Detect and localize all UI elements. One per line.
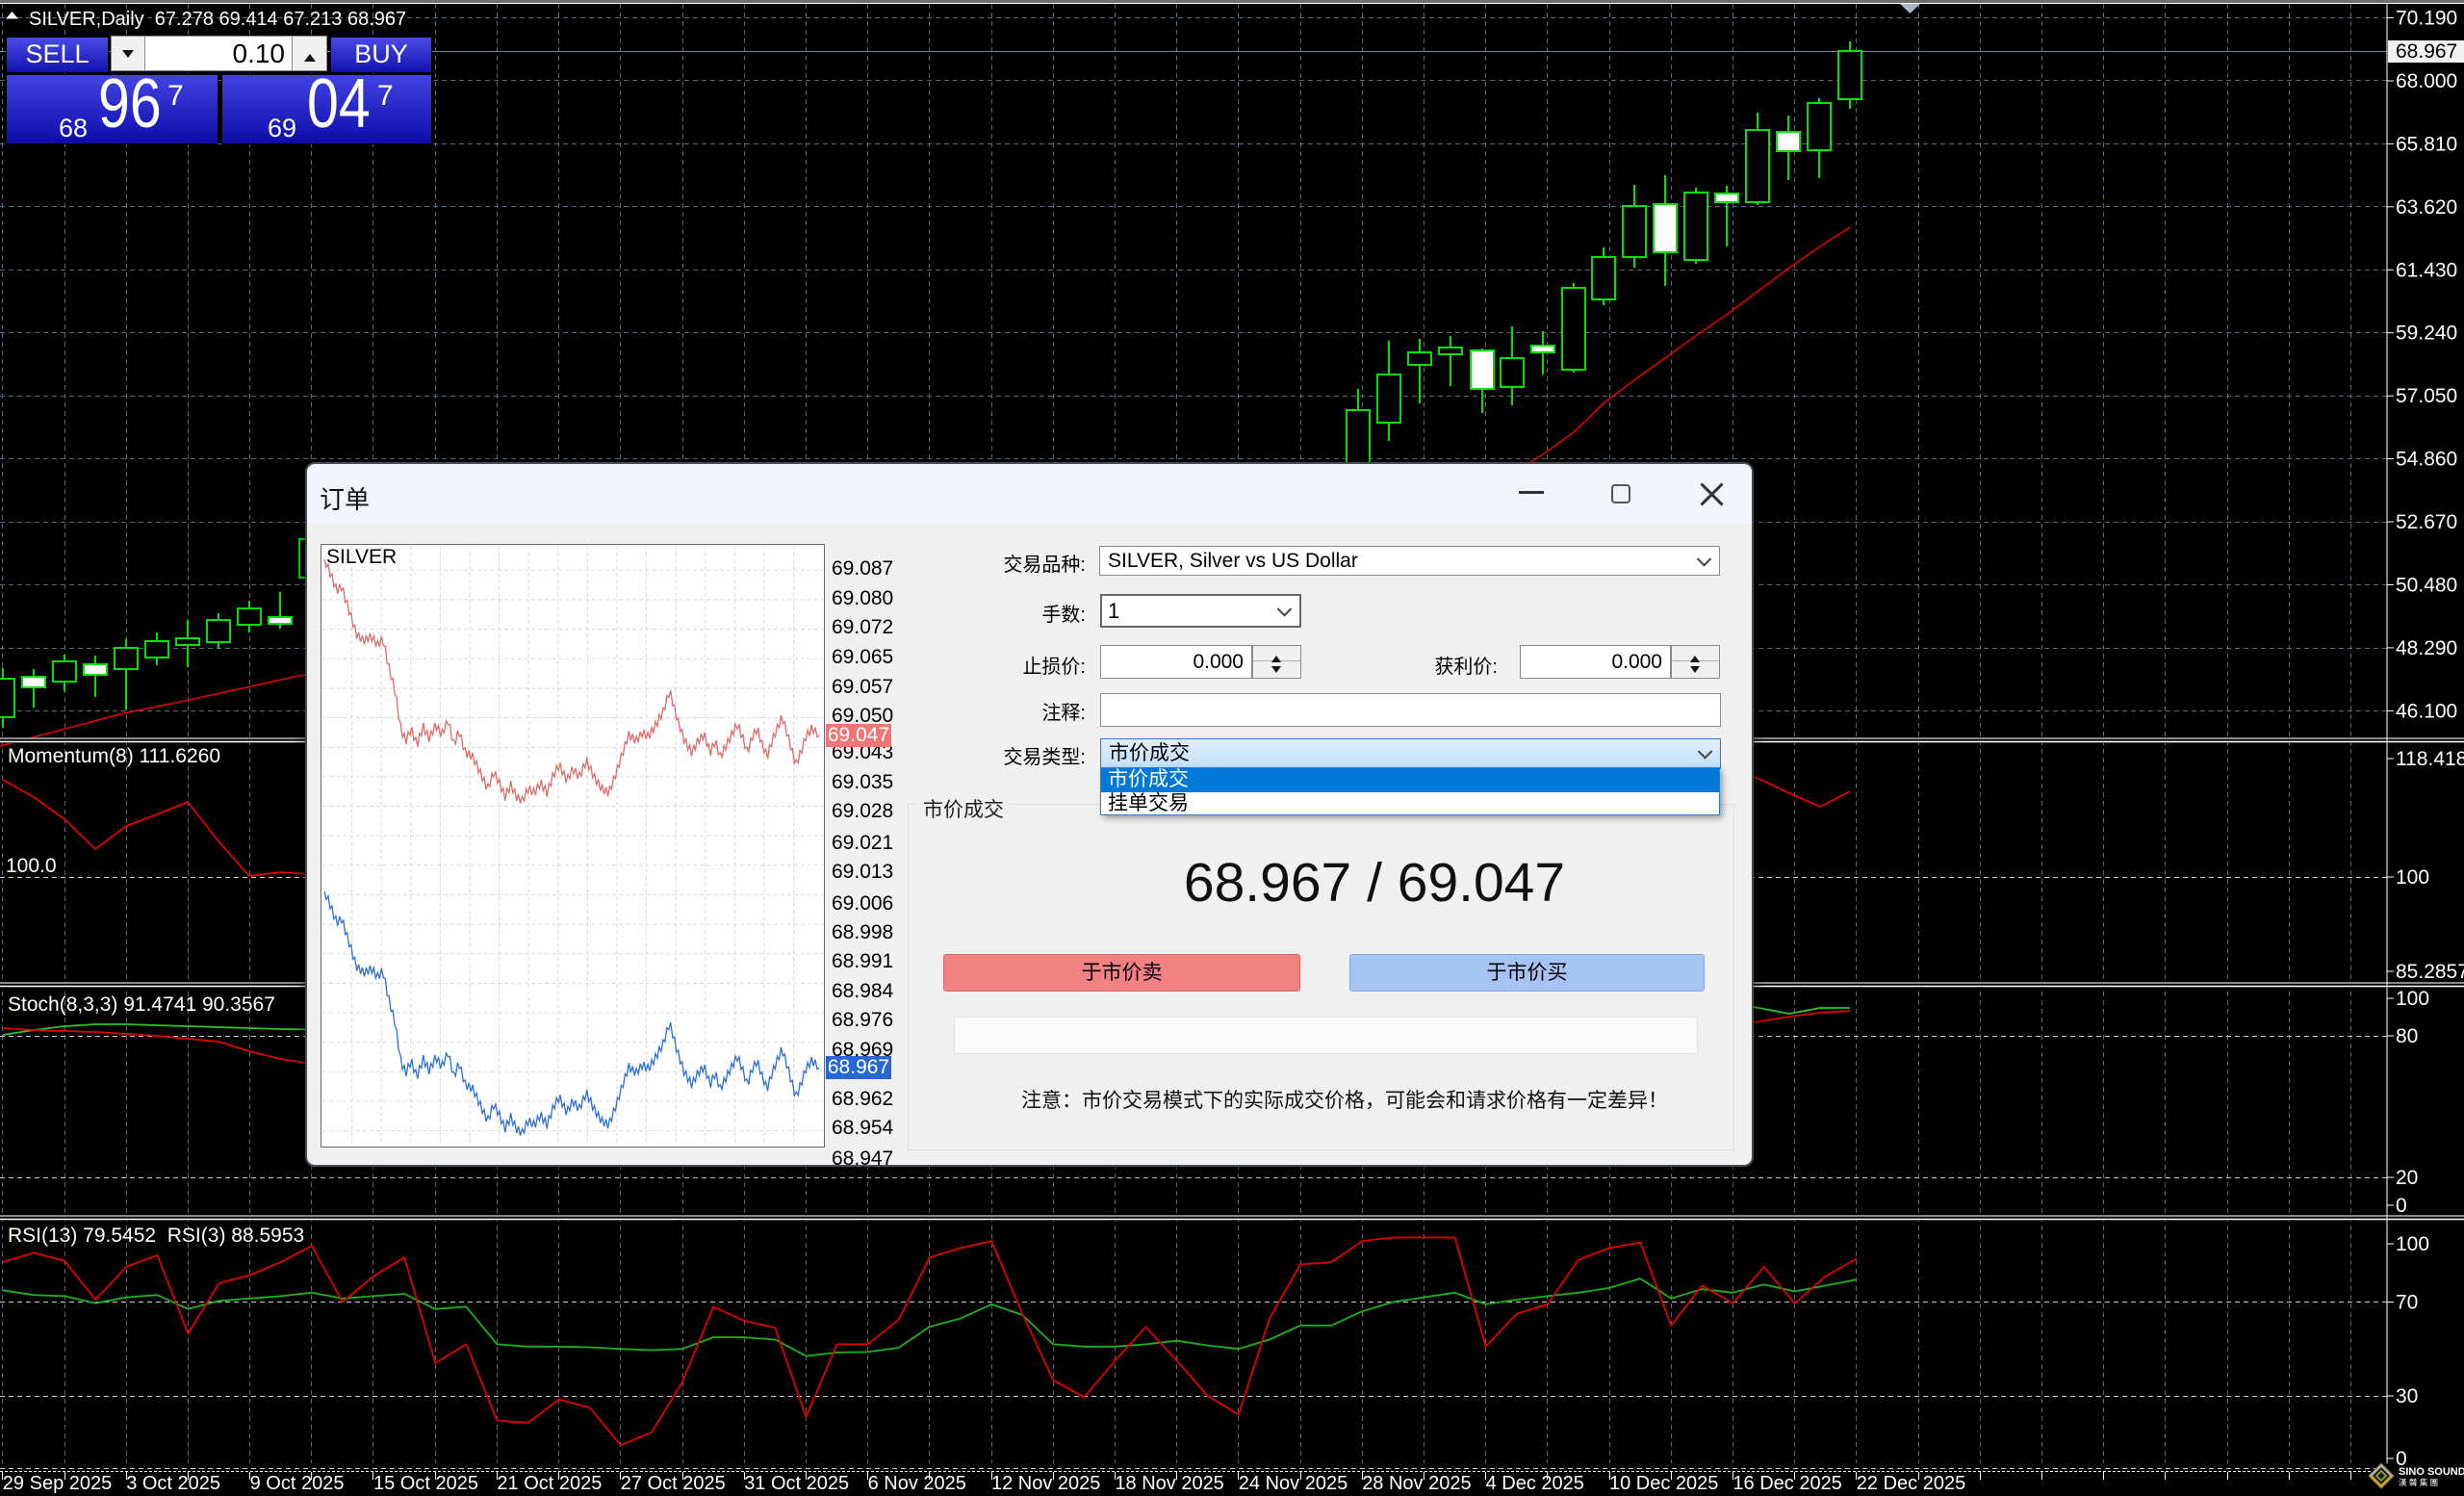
svg-text:10 Dec 2025: 10 Dec 2025: [1609, 1473, 1718, 1494]
svg-text:Momentum(8) 111.6260: Momentum(8) 111.6260: [8, 745, 220, 767]
svg-text:100: 100: [2396, 866, 2429, 889]
svg-text:SINO SOUND: SINO SOUND: [2399, 1466, 2464, 1478]
svg-text:61.430: 61.430: [2396, 259, 2457, 281]
svg-text:70: 70: [2396, 1292, 2418, 1314]
svg-text:63.620: 63.620: [2396, 196, 2457, 219]
svg-text:4 Dec 2025: 4 Dec 2025: [1486, 1473, 1584, 1494]
svg-text:漢 聲 集 團: 漢 聲 集 團: [2399, 1478, 2438, 1487]
svg-text:15 Oct 2025: 15 Oct 2025: [373, 1473, 478, 1494]
svg-text:Stoch(8,3,3) 91.4741 90.3567: Stoch(8,3,3) 91.4741 90.3567: [8, 993, 275, 1016]
svg-text:6 Nov 2025: 6 Nov 2025: [868, 1473, 966, 1494]
svg-text:52.670: 52.670: [2396, 511, 2457, 533]
svg-text:31 Oct 2025: 31 Oct 2025: [744, 1473, 849, 1494]
svg-text:59.240: 59.240: [2396, 322, 2457, 345]
svg-text:65.810: 65.810: [2396, 133, 2457, 155]
svg-text:50.480: 50.480: [2396, 575, 2457, 597]
svg-text:68.000: 68.000: [2396, 70, 2457, 92]
svg-text:24 Nov 2025: 24 Nov 2025: [1239, 1473, 1348, 1494]
svg-text:21 Oct 2025: 21 Oct 2025: [497, 1473, 602, 1494]
svg-text:54.860: 54.860: [2396, 449, 2457, 471]
svg-text:20: 20: [2396, 1167, 2418, 1189]
svg-text:68.967: 68.967: [2396, 40, 2457, 63]
svg-text:18 Nov 2025: 18 Nov 2025: [1115, 1473, 1223, 1494]
svg-text:85.2857: 85.2857: [2396, 961, 2464, 983]
svg-text:30: 30: [2396, 1385, 2418, 1407]
svg-text:100: 100: [2396, 1233, 2429, 1255]
svg-text:28 Nov 2025: 28 Nov 2025: [1362, 1473, 1471, 1494]
svg-text:70.190: 70.190: [2396, 8, 2457, 30]
svg-text:27 Oct 2025: 27 Oct 2025: [621, 1473, 726, 1494]
svg-text:3 Oct 2025: 3 Oct 2025: [126, 1473, 220, 1494]
svg-text:48.290: 48.290: [2396, 637, 2457, 659]
svg-text:9 Oct 2025: 9 Oct 2025: [250, 1473, 345, 1494]
svg-text:SILVER,Daily 67.278 69.414 67: SILVER,Daily 67.278 69.414 67.213 68.967: [29, 9, 406, 30]
svg-text:16 Dec 2025: 16 Dec 2025: [1732, 1473, 1841, 1494]
svg-text:118.4183: 118.4183: [2396, 748, 2464, 770]
svg-text:RSI(13) 79.5452 RSI(3) 88.595: RSI(13) 79.5452 RSI(3) 88.5953: [8, 1225, 304, 1247]
svg-text:100: 100: [2396, 988, 2429, 1010]
svg-text:80: 80: [2396, 1025, 2418, 1047]
svg-text:29 Sep 2025: 29 Sep 2025: [3, 1473, 112, 1494]
svg-text:57.050: 57.050: [2396, 385, 2457, 407]
svg-text:22 Dec 2025: 22 Dec 2025: [1857, 1473, 1965, 1494]
svg-text:100.0: 100.0: [6, 855, 57, 877]
svg-text:SILVER: SILVER: [326, 546, 397, 568]
svg-text:12 Nov 2025: 12 Nov 2025: [991, 1473, 1100, 1494]
svg-text:46.100: 46.100: [2396, 700, 2457, 722]
svg-text:0: 0: [2396, 1195, 2407, 1217]
